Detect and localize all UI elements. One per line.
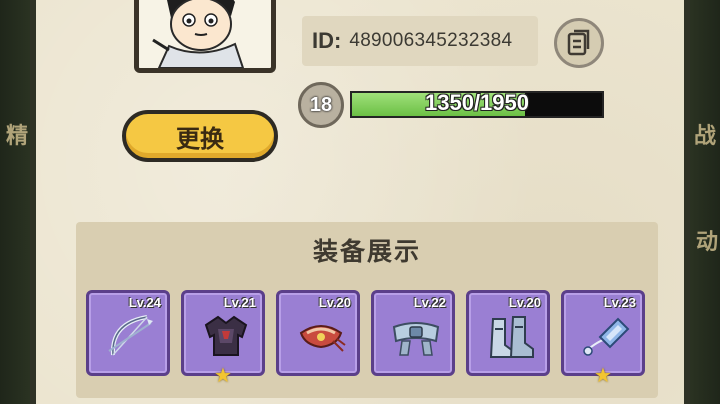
headband-icon bbox=[299, 325, 346, 352]
avatar-portrait-icon bbox=[139, 0, 261, 68]
avatar[interactable] bbox=[134, 0, 276, 73]
xp-progress-text: 1350/1950 bbox=[425, 90, 529, 115]
armor-icon bbox=[204, 315, 248, 356]
copy-id-button[interactable] bbox=[554, 18, 604, 68]
change-avatar-button[interactable]: 更换 bbox=[122, 110, 278, 162]
copy-icon bbox=[567, 29, 590, 56]
change-avatar-button-label: 更换 bbox=[176, 124, 224, 153]
equipment-slot-belt[interactable]: Lv.22 bbox=[371, 290, 455, 376]
background-glyph-right-bottom: 动 bbox=[695, 229, 718, 255]
bow-icon bbox=[108, 315, 153, 356]
star-icon: ★ bbox=[214, 363, 232, 387]
equipment-level: Lv.20 bbox=[318, 295, 351, 310]
player-id-label: ID: bbox=[312, 28, 342, 53]
background-glyph-left: 精 bbox=[6, 123, 29, 149]
xp-progress-bar: 1350/1950 bbox=[350, 90, 604, 118]
boots-icon bbox=[489, 316, 534, 358]
equipment-slot-amulet[interactable]: Lv.23 ★ bbox=[561, 290, 645, 387]
equipment-showcase-title: 装备展示 bbox=[312, 237, 421, 266]
amulet-icon bbox=[583, 317, 630, 356]
background-glyph-right: 战 bbox=[693, 123, 716, 149]
equipment-level: Lv.20 bbox=[508, 295, 541, 310]
level-badge: 18 bbox=[298, 82, 344, 128]
equipment-slot-headband[interactable]: Lv.20 bbox=[276, 290, 360, 376]
equipment-slot-armor[interactable]: Lv.21 ★ bbox=[181, 290, 265, 387]
equipment-slot-bow[interactable]: Lv.24 bbox=[86, 290, 170, 376]
equipment-showcase: 装备展示 Lv.24 Lv.21 ★ Lv.20 Lv.22 Lv.20 Lv.… bbox=[76, 222, 658, 398]
star-icon: ★ bbox=[594, 363, 612, 387]
belt-icon bbox=[392, 322, 440, 356]
equipment-level: Lv.22 bbox=[413, 295, 446, 310]
equipment-level: Lv.23 bbox=[603, 295, 636, 310]
equipment-slot-boots[interactable]: Lv.20 bbox=[466, 290, 550, 376]
profile-panel: ID: 489006345232384 18 1350/1950 更换 装备展示… bbox=[30, 0, 690, 404]
player-id-value: 489006345232384 bbox=[349, 30, 513, 51]
equipment-level: Lv.24 bbox=[128, 295, 161, 310]
player-id-box: ID: 489006345232384 bbox=[302, 16, 538, 66]
equipment-level: Lv.21 bbox=[223, 295, 256, 310]
